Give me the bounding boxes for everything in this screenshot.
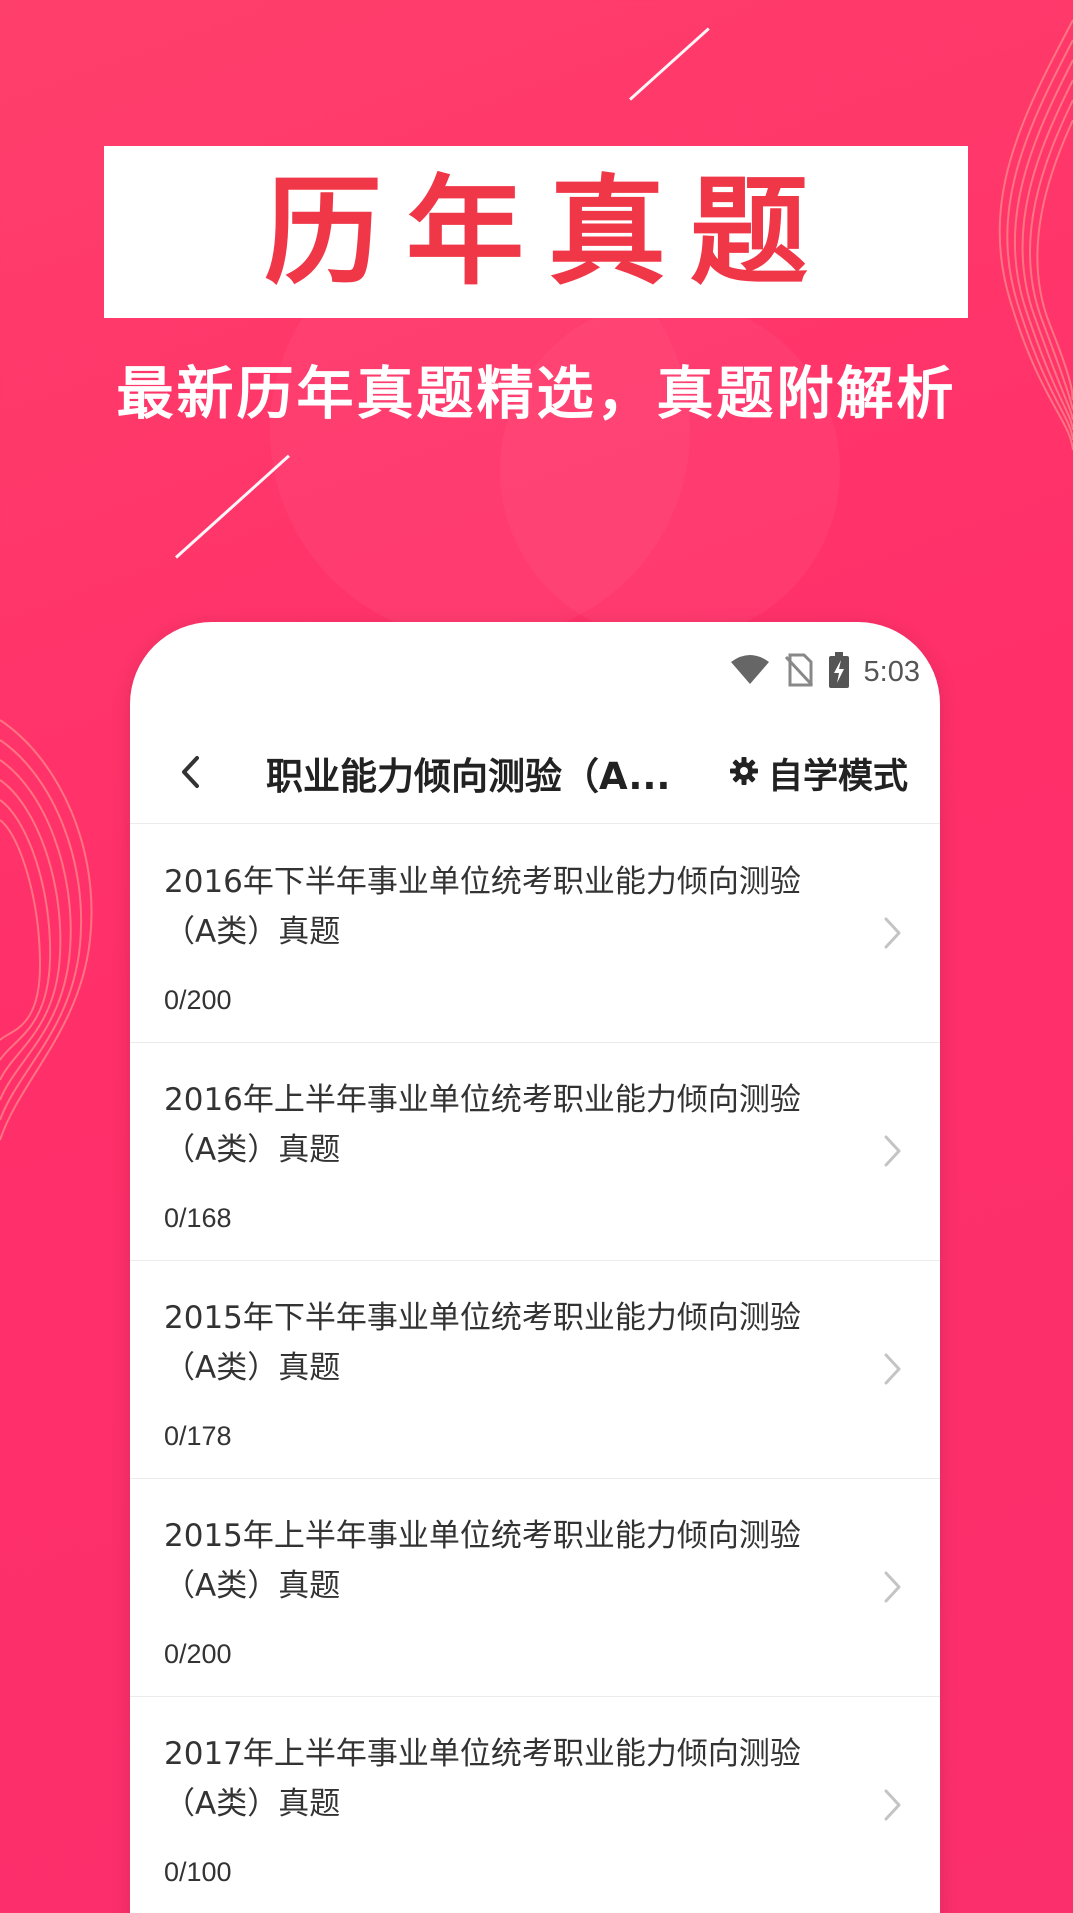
exam-title-line1: 2015年上半年事业单位统考职业能力倾向测验: [164, 1518, 801, 1554]
decorative-slash: [628, 27, 710, 101]
promo-title: 历年真题: [263, 163, 832, 301]
chevron-right-icon: [884, 1135, 901, 1167]
exam-title-line1: 2016年上半年事业单位统考职业能力倾向测验: [164, 1082, 801, 1118]
exam-title-line2: （A类）真题: [164, 914, 341, 950]
list-item[interactable]: 2017年上半年事业单位统考职业能力倾向测验 （A类）真题 0/100: [130, 1697, 940, 1913]
battery-charging-icon: [828, 652, 850, 692]
list-item[interactable]: 2016年下半年事业单位统考职业能力倾向测验 （A类）真题 0/200: [130, 825, 940, 1043]
list-item[interactable]: 2016年上半年事业单位统考职业能力倾向测验 （A类）真题 0/168: [130, 1043, 940, 1261]
exam-title-line1: 2015年下半年事业单位统考职业能力倾向测验: [164, 1300, 801, 1336]
app-header: 职业能力倾向测验（A... 自学模式: [130, 724, 940, 824]
exam-title-line2: （A类）真题: [164, 1786, 341, 1822]
no-sim-icon: [784, 653, 814, 691]
status-bar: 5:03: [730, 650, 920, 694]
exam-title-line1: 2016年下半年事业单位统考职业能力倾向测验: [164, 864, 801, 900]
exam-progress: 0/100: [164, 1857, 232, 1887]
exam-title-line2: （A类）真题: [164, 1132, 341, 1168]
list-item[interactable]: 2015年上半年事业单位统考职业能力倾向测验 （A类）真题 0/200: [130, 1479, 940, 1697]
decorative-wave-lines: [0, 719, 93, 1141]
wifi-icon: [730, 654, 770, 690]
chevron-right-icon: [884, 1789, 901, 1821]
exam-progress: 0/178: [164, 1421, 232, 1451]
exam-progress: 0/200: [164, 1639, 232, 1669]
promo-title-banner: 历年真题: [104, 146, 968, 318]
chevron-left-icon: [179, 755, 201, 793]
gear-icon: [729, 757, 758, 789]
exam-title-line2: （A类）真题: [164, 1568, 341, 1604]
study-mode-button[interactable]: 自学模式: [729, 748, 908, 798]
page-title: 职业能力倾向测验（A...: [266, 755, 671, 798]
exam-title-line2: （A类）真题: [164, 1350, 341, 1386]
chevron-right-icon: [884, 1353, 901, 1385]
phone-screen: 5:03 职业能力倾向测验（A... 自学模式 2016年下半年事业单位统考职业…: [130, 622, 940, 1913]
promo-subtitle: 最新历年真题精选，真题附解析: [116, 361, 957, 427]
decorative-slash: [174, 454, 290, 559]
exam-progress: 0/168: [164, 1203, 232, 1233]
list-item[interactable]: 2015年下半年事业单位统考职业能力倾向测验 （A类）真题 0/178: [130, 1261, 940, 1479]
chevron-right-icon: [884, 1571, 901, 1603]
status-time: 5:03: [863, 655, 920, 688]
exam-progress: 0/200: [164, 985, 232, 1015]
back-button[interactable]: [170, 754, 210, 794]
chevron-right-icon: [884, 917, 901, 949]
study-mode-label: 自学模式: [767, 756, 908, 797]
exam-list: 2016年下半年事业单位统考职业能力倾向测验 （A类）真题 0/200 2016…: [130, 825, 940, 1913]
exam-title-line1: 2017年上半年事业单位统考职业能力倾向测验: [164, 1736, 801, 1772]
